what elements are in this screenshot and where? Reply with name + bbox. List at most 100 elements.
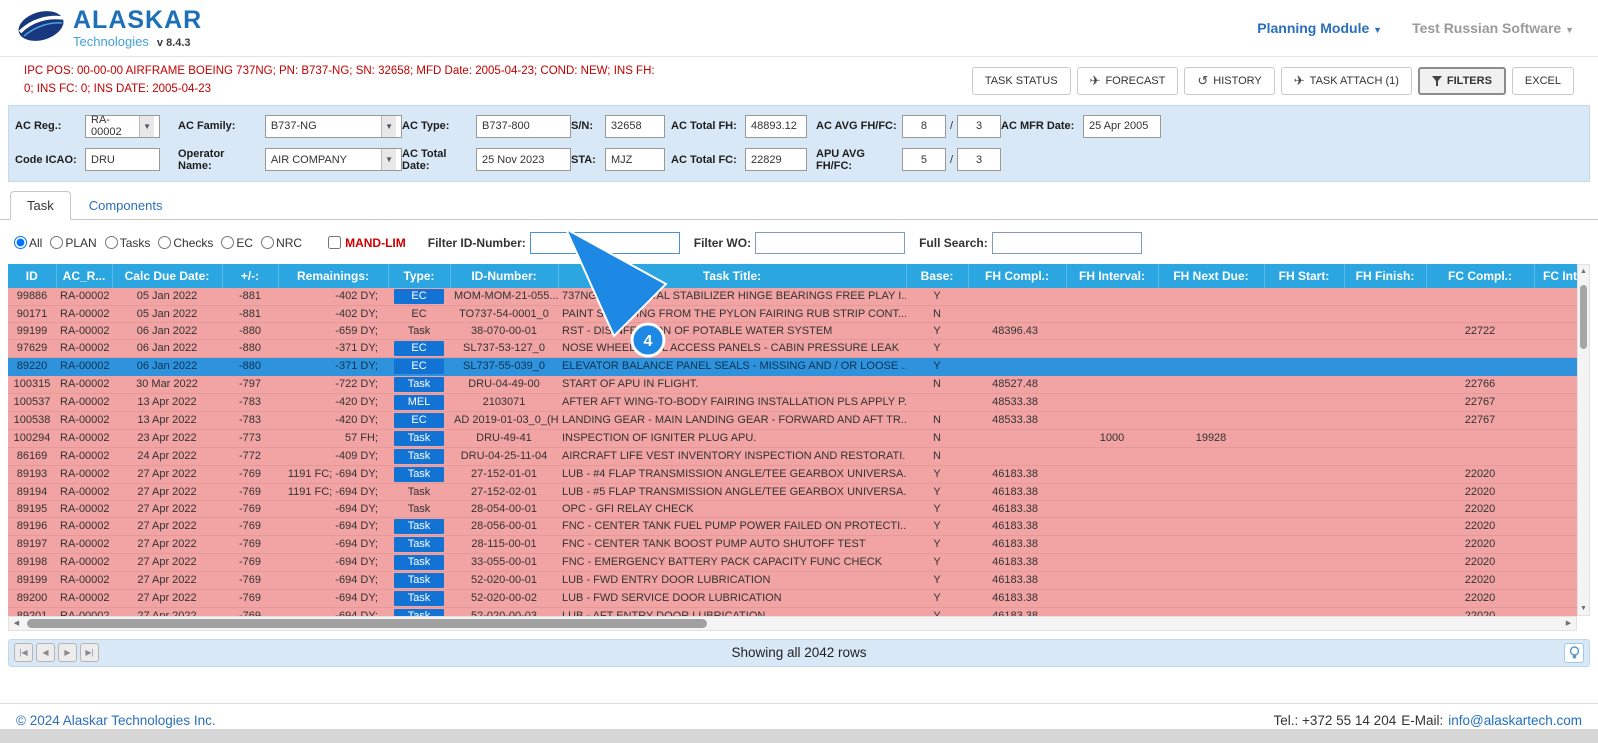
operator-name-select[interactable]: AIR COMPANY▼ — [265, 148, 402, 171]
table-row[interactable]: 89199RA-0000227 Apr 2022-769-694 DY;Task… — [8, 571, 1577, 589]
filter-id-input[interactable] — [530, 232, 680, 254]
sn-field[interactable] — [605, 115, 665, 138]
cell-fh-finish — [1344, 339, 1426, 357]
cell-fc-compl — [1426, 429, 1534, 447]
table-row[interactable]: 99886RA-0000205 Jan 2022-881-402 DY;ECMO… — [8, 288, 1577, 306]
vertical-scrollbar[interactable]: ▲ ▼ — [1577, 264, 1590, 616]
ac-family-select[interactable]: B737-NG▼ — [265, 115, 402, 138]
scroll-down-icon[interactable]: ▼ — [1578, 605, 1589, 612]
column-header-id-number[interactable]: ID-Number: — [450, 264, 558, 288]
table-row[interactable]: 89200RA-0000227 Apr 2022-769-694 DY;Task… — [8, 589, 1577, 607]
table-row[interactable]: 100537RA-0000213 Apr 2022-783-420 DY;MEL… — [8, 393, 1577, 411]
table-row[interactable]: 89193RA-0000227 Apr 2022-7691191 FC; -69… — [8, 465, 1577, 483]
full-search-input[interactable] — [992, 232, 1142, 254]
radio-all[interactable] — [14, 236, 27, 249]
table-row[interactable]: 89195RA-0000227 Apr 2022-769-694 DY;Task… — [8, 500, 1577, 517]
column-header-remainings[interactable]: Remainings: — [278, 264, 388, 288]
radio-ec-label: EC — [236, 236, 253, 250]
cell-id-number: 33-055-00-01 — [450, 553, 558, 571]
copyright-link[interactable]: © 2024 Alaskar Technologies Inc. — [16, 713, 216, 728]
apu-avg-fh-field[interactable] — [902, 148, 946, 171]
cell-ac-reg: RA-00002 — [56, 483, 112, 500]
table-row[interactable]: 90171RA-0000205 Jan 2022-881-402 DY;ECTO… — [8, 305, 1577, 322]
ac-total-fc-field[interactable] — [745, 148, 807, 171]
scroll-left-icon[interactable]: ◀ — [9, 617, 24, 630]
next-page-button[interactable]: ▶ — [58, 643, 77, 662]
task-attach-button[interactable]: ✈TASK ATTACH (1) — [1281, 67, 1412, 95]
horizontal-scroll-thumb[interactable] — [27, 619, 707, 628]
code-icao-field[interactable] — [85, 148, 160, 171]
column-header-fh-next-due[interactable]: FH Next Due: — [1158, 264, 1264, 288]
horizontal-scrollbar[interactable]: ◀ ▶ — [8, 616, 1577, 631]
hint-bulb-icon[interactable] — [1564, 643, 1584, 663]
ac-reg-select[interactable]: RA-00002▼ — [85, 115, 160, 138]
ac-type-field[interactable] — [476, 115, 571, 138]
table-row[interactable]: 89201RA-0000227 Apr 2022-769-694 DY;Task… — [8, 607, 1577, 616]
tab-task[interactable]: Task — [10, 191, 71, 220]
radio-nrc[interactable] — [261, 236, 274, 249]
radio-checks[interactable] — [158, 236, 171, 249]
column-header-ac-reg[interactable]: AC_R... — [56, 264, 112, 288]
cell-fh-finish — [1344, 589, 1426, 607]
vertical-scroll-thumb[interactable] — [1580, 285, 1587, 349]
column-header-fc-compl[interactable]: FC Compl.: — [1426, 264, 1534, 288]
table-row[interactable]: 89197RA-0000227 Apr 2022-769-694 DY;Task… — [8, 535, 1577, 553]
table-row[interactable]: 89196RA-0000227 Apr 2022-769-694 DY;Task… — [8, 517, 1577, 535]
mand-lim-checkbox[interactable] — [328, 236, 341, 249]
type-badge: MEL — [394, 395, 444, 410]
task-status-button[interactable]: TASK STATUS — [972, 67, 1071, 95]
table-row[interactable]: 97629RA-0000206 Jan 2022-880-371 DY;ECSL… — [8, 339, 1577, 357]
ac-total-fh-field[interactable] — [745, 115, 807, 138]
column-header-plus-minus[interactable]: +/-: — [222, 264, 278, 288]
filter-wo-input[interactable] — [755, 232, 905, 254]
user-menu[interactable]: Test Russian Software ▼ — [1412, 20, 1574, 36]
sta-field[interactable] — [605, 148, 665, 171]
column-header-fh-compl[interactable]: FH Compl.: — [968, 264, 1066, 288]
table-row[interactable]: 100315RA-0000230 Mar 2022-797-722 DY;Tas… — [8, 375, 1577, 393]
scroll-up-icon[interactable]: ▲ — [1578, 268, 1589, 275]
cell-fh-interval — [1066, 357, 1158, 375]
table-row[interactable]: 89198RA-0000227 Apr 2022-769-694 DY;Task… — [8, 553, 1577, 571]
column-header-fc-interval[interactable]: FC Interval: — [1534, 264, 1577, 288]
table-row[interactable]: 100538RA-0000213 Apr 2022-783-420 DY;ECA… — [8, 411, 1577, 429]
column-header-type[interactable]: Type: — [388, 264, 450, 288]
ac-total-date-field[interactable] — [476, 148, 571, 171]
footer-email-link[interactable]: info@alaskartech.com — [1448, 713, 1582, 728]
table-row[interactable]: 89194RA-0000227 Apr 2022-7691191 FC; -69… — [8, 483, 1577, 500]
excel-button[interactable]: EXCEL — [1512, 67, 1574, 95]
forecast-button[interactable]: ✈FORECAST — [1077, 67, 1179, 95]
cell-id-number: 38-070-00-01 — [450, 322, 558, 339]
ac-avg-fh-field[interactable] — [902, 115, 946, 138]
first-page-button[interactable]: |◀ — [14, 643, 33, 662]
cell-fh-start — [1264, 305, 1344, 322]
ac-avg-fc-field[interactable] — [957, 115, 1001, 138]
cell-type: EC — [388, 288, 450, 306]
column-header-task-title[interactable]: Task Title: — [558, 264, 906, 288]
column-header-calc-due-date[interactable]: Calc Due Date: — [112, 264, 222, 288]
column-header-fh-start[interactable]: FH Start: — [1264, 264, 1344, 288]
column-header-base[interactable]: Base: — [906, 264, 968, 288]
filters-button[interactable]: FILTERS — [1418, 67, 1506, 95]
column-header-id[interactable]: ID — [8, 264, 56, 288]
column-header-fh-interval[interactable]: FH Interval: — [1066, 264, 1158, 288]
cell-ac-reg: RA-00002 — [56, 375, 112, 393]
last-page-button[interactable]: ▶| — [80, 643, 99, 662]
table-row[interactable]: 99199RA-0000206 Jan 2022-880-659 DY;Task… — [8, 322, 1577, 339]
history-button[interactable]: ↺HISTORY — [1184, 67, 1274, 95]
table-row[interactable]: 100294RA-0000223 Apr 2022-77357 FH;TaskD… — [8, 429, 1577, 447]
radio-ec[interactable] — [221, 236, 234, 249]
table-row[interactable]: 89220RA-0000206 Jan 2022-880-371 DY;ECSL… — [8, 357, 1577, 375]
tab-components[interactable]: Components — [73, 192, 179, 219]
type-badge: Task — [394, 377, 444, 392]
ac-mfr-date-field[interactable] — [1083, 115, 1161, 138]
cell-fh-next-due — [1158, 393, 1264, 411]
scroll-right-icon[interactable]: ▶ — [1561, 617, 1576, 630]
type-badge: Task — [394, 537, 444, 552]
radio-tasks[interactable] — [105, 236, 118, 249]
table-row[interactable]: 86169RA-0000224 Apr 2022-772-409 DY;Task… — [8, 447, 1577, 465]
radio-plan[interactable] — [50, 236, 63, 249]
apu-avg-fc-field[interactable] — [957, 148, 1001, 171]
planning-module-menu[interactable]: Planning Module ▼ — [1257, 20, 1382, 36]
column-header-fh-finish[interactable]: FH Finish: — [1344, 264, 1426, 288]
prev-page-button[interactable]: ◀ — [36, 643, 55, 662]
